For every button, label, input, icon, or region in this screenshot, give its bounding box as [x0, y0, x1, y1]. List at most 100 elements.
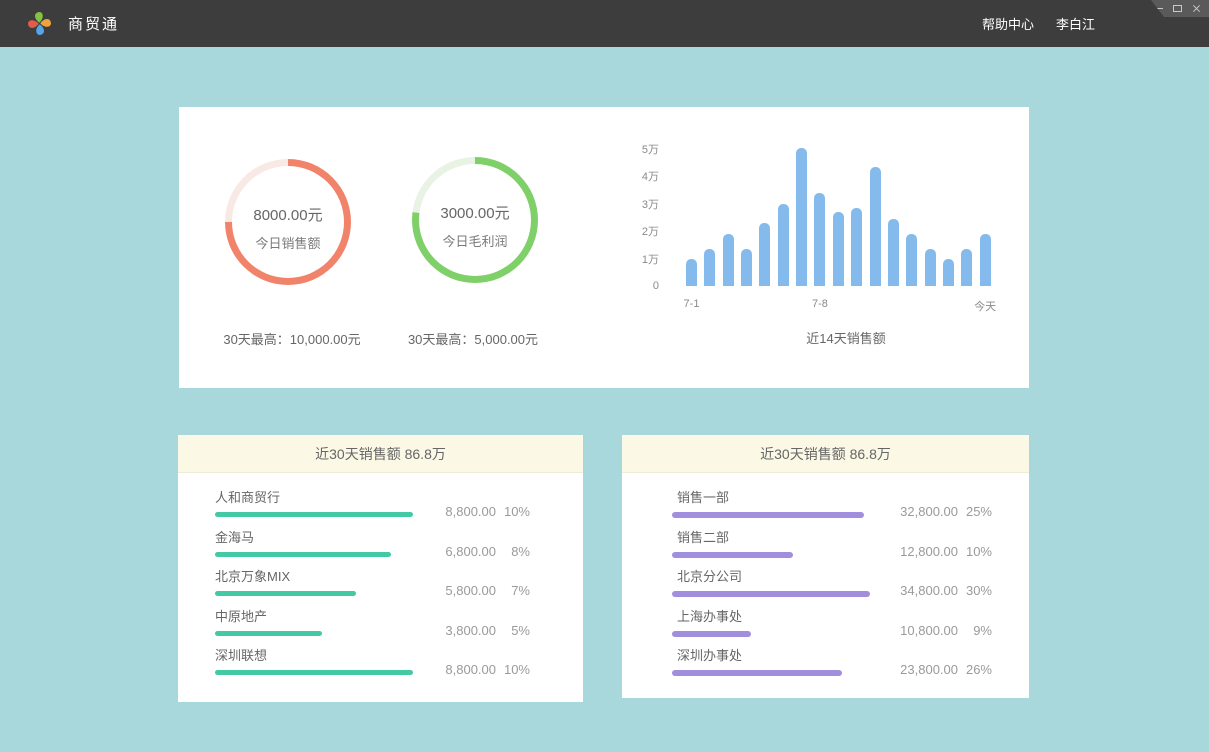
percent-value: 30%	[958, 583, 992, 598]
row-values: 8,800.0010%	[426, 662, 530, 677]
today-sales-label: 今日销售额	[255, 233, 320, 252]
window-controls	[1151, 0, 1209, 17]
bar	[943, 259, 954, 286]
row-values: 23,800.0026%	[888, 662, 992, 677]
y-tick-label: 1万	[599, 251, 659, 267]
daily-sales-plot	[686, 149, 998, 286]
progress-bar	[672, 670, 870, 676]
amount-value: 34,800.00	[888, 583, 958, 598]
row-values: 32,800.0025%	[888, 504, 992, 519]
close-icon[interactable]	[1192, 4, 1201, 13]
progress-bar	[215, 552, 413, 557]
brand: 商贸通	[26, 0, 119, 47]
row-values: 12,800.0010%	[888, 544, 992, 559]
row-values: 6,800.008%	[426, 544, 530, 559]
y-tick-label: 5万	[599, 141, 659, 157]
bar	[833, 212, 844, 286]
today-profit-label: 今日毛利润	[442, 231, 507, 250]
x-tick-label: 7-8	[812, 298, 828, 310]
bar	[814, 193, 825, 286]
today-sales-value: 8000.00元	[253, 204, 322, 225]
x-tick-label: 今天	[974, 298, 996, 314]
row-values: 8,800.0010%	[426, 504, 530, 519]
percent-value: 10%	[496, 504, 530, 519]
amount-value: 10,800.00	[888, 623, 958, 638]
today-sales-gauge: 8000.00元 今日销售额	[225, 159, 351, 285]
amount-value: 12,800.00	[888, 544, 958, 559]
maximize-icon[interactable]	[1173, 5, 1182, 12]
bar	[796, 148, 807, 286]
bar	[686, 259, 697, 286]
list-item: 中原地产3,800.005%	[215, 609, 530, 649]
percent-value: 5%	[496, 623, 530, 638]
progress-bar	[215, 512, 413, 517]
app-logo-icon	[26, 9, 53, 38]
customer-sales-card: 近30天销售额 86.8万 人和商贸行8,800.0010%金海马6,800.0…	[178, 435, 583, 702]
amount-value: 3,800.00	[426, 623, 496, 638]
bar	[778, 204, 789, 286]
titlebar-actions: 帮助中心 李白江	[982, 0, 1095, 47]
percent-value: 9%	[958, 623, 992, 638]
department-sales-card: 近30天销售额 86.8万 销售一部32,800.0025%销售二部12,800…	[622, 435, 1029, 698]
list-item: 销售一部32,800.0025%	[672, 490, 992, 530]
bar	[723, 234, 734, 286]
progress-bar	[672, 591, 870, 597]
amount-value: 23,800.00	[888, 662, 958, 677]
titlebar: 商贸通 帮助中心 李白江	[0, 0, 1209, 47]
bar	[759, 223, 770, 286]
percent-value: 26%	[958, 662, 992, 677]
amount-value: 5,800.00	[426, 583, 496, 598]
list-item: 深圳联想8,800.0010%	[215, 648, 530, 688]
minimize-icon[interactable]	[1154, 8, 1163, 9]
row-values: 3,800.005%	[426, 623, 530, 638]
bar	[980, 234, 991, 286]
amount-value: 8,800.00	[426, 504, 496, 519]
customer-sales-card-title: 近30天销售额 86.8万	[178, 435, 583, 473]
row-values: 10,800.009%	[888, 623, 992, 638]
bar	[704, 249, 715, 286]
bar	[906, 234, 917, 286]
bar	[961, 249, 972, 286]
progress-bar	[215, 591, 413, 596]
progress-bar	[672, 552, 870, 558]
amount-value: 8,800.00	[426, 662, 496, 677]
bar	[870, 167, 881, 286]
percent-value: 7%	[496, 583, 530, 598]
username[interactable]: 李白江	[1056, 14, 1095, 33]
amount-value: 32,800.00	[888, 504, 958, 519]
progress-bar	[215, 670, 413, 675]
y-tick-label: 0	[599, 280, 659, 292]
help-center-link[interactable]: 帮助中心	[982, 14, 1034, 33]
y-tick-label: 4万	[599, 168, 659, 184]
percent-value: 10%	[496, 662, 530, 677]
list-item: 北京分公司34,800.0030%	[672, 569, 992, 609]
progress-bar	[215, 631, 413, 636]
y-axis: 5万4万3万2万1万0	[599, 149, 659, 286]
department-sales-list: 销售一部32,800.0025%销售二部12,800.0010%北京分公司34,…	[622, 473, 1029, 688]
app-title: 商贸通	[68, 13, 119, 34]
list-item: 销售二部12,800.0010%	[672, 530, 992, 570]
summary-card: 8000.00元 今日销售额 3000.00元 今日毛利润 30天最高：10,0…	[179, 107, 1029, 388]
list-item: 人和商贸行8,800.0010%	[215, 490, 530, 530]
amount-value: 6,800.00	[426, 544, 496, 559]
bar	[741, 249, 752, 286]
department-sales-card-title: 近30天销售额 86.8万	[622, 435, 1029, 473]
bar	[851, 208, 862, 286]
app-window: 商贸通 帮助中心 李白江 8000.00元 今日销售额	[0, 0, 1209, 752]
dashboard: 8000.00元 今日销售额 3000.00元 今日毛利润 30天最高：10,0…	[0, 47, 1209, 752]
list-item: 北京万象MIX5,800.007%	[215, 569, 530, 609]
list-item: 上海办事处10,800.009%	[672, 609, 992, 649]
percent-value: 10%	[958, 544, 992, 559]
daily-sales-chart-title: 近14天销售额	[686, 328, 1006, 347]
row-values: 5,800.007%	[426, 583, 530, 598]
bar	[925, 249, 936, 286]
list-item: 深圳办事处23,800.0026%	[672, 648, 992, 688]
profit-30d-max-note: 30天最高：5,000.00元	[353, 329, 593, 348]
bar	[888, 219, 899, 286]
customer-sales-list: 人和商贸行8,800.0010%金海马6,800.008%北京万象MIX5,80…	[178, 473, 583, 688]
x-axis: 7-17-8今天	[686, 298, 998, 312]
y-tick-label: 3万	[599, 196, 659, 212]
progress-bar	[672, 512, 870, 518]
list-item: 金海马6,800.008%	[215, 530, 530, 570]
progress-bar	[672, 631, 870, 637]
